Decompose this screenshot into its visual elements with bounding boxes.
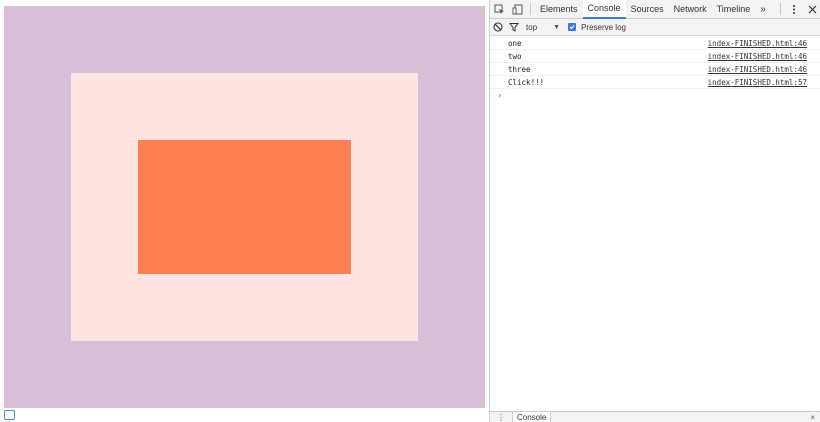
- console-source-link[interactable]: index-FINISHED.html:46: [708, 39, 807, 48]
- clear-console-icon[interactable]: [490, 19, 506, 36]
- tab-sources[interactable]: Sources: [626, 0, 669, 19]
- tab-elements[interactable]: Elements: [535, 0, 583, 19]
- tab-separator: [530, 3, 531, 15]
- tab-separator: [780, 3, 781, 15]
- filter-icon[interactable]: [506, 19, 522, 36]
- console-row: two index-FINISHED.html:46: [490, 50, 820, 63]
- console-source-link[interactable]: index-FINISHED.html:46: [708, 52, 807, 61]
- middle-box[interactable]: [71, 73, 418, 341]
- devtools-tabbar: Elements Console Sources Network Timelin…: [490, 0, 820, 19]
- console-message: two: [508, 51, 522, 61]
- preserve-log-label[interactable]: Preserve log: [581, 23, 626, 32]
- checkbox-icon: [569, 25, 575, 30]
- tab-console[interactable]: Console: [582, 0, 626, 19]
- screen: Elements Console Sources Network Timelin…: [0, 0, 820, 422]
- close-icon[interactable]: [803, 0, 820, 19]
- kebab-menu-icon[interactable]: [785, 0, 803, 19]
- device-toggle-icon[interactable]: [508, 0, 526, 19]
- drawer-menu-icon[interactable]: ⋮: [490, 413, 512, 422]
- tab-network[interactable]: Network: [669, 0, 712, 19]
- page-viewport: [0, 0, 489, 422]
- inner-box[interactable]: [138, 140, 351, 274]
- console-toolbar: top ▼ Preserve log: [490, 19, 820, 36]
- console-message: three: [508, 64, 531, 74]
- preserve-log-checkbox[interactable]: [568, 23, 577, 31]
- inspect-icon[interactable]: [490, 0, 508, 19]
- drawer-tab-console[interactable]: Console: [512, 411, 552, 422]
- console-row: Click!!! index-FINISHED.html:57: [490, 76, 820, 89]
- context-selector[interactable]: top: [526, 23, 537, 32]
- tab-timeline[interactable]: Timeline: [712, 0, 756, 19]
- more-tabs-button[interactable]: »: [755, 0, 771, 19]
- dropdown-arrow-icon[interactable]: ▼: [553, 24, 560, 31]
- console-source-link[interactable]: index-FINISHED.html:46: [708, 65, 807, 74]
- prompt-chevron-icon: ›: [497, 90, 503, 101]
- page-checkbox[interactable]: [4, 410, 15, 420]
- console-prompt[interactable]: ›: [490, 89, 820, 102]
- console-row: three index-FINISHED.html:46: [490, 63, 820, 76]
- console-row: one index-FINISHED.html:46: [490, 37, 820, 50]
- console-message: one: [508, 38, 522, 48]
- console-drawer: ⋮ Console ×: [490, 411, 820, 422]
- outer-box[interactable]: [4, 6, 485, 408]
- drawer-close-icon[interactable]: ×: [810, 413, 815, 422]
- console-source-link[interactable]: index-FINISHED.html:57: [708, 78, 807, 87]
- devtools-panel: Elements Console Sources Network Timelin…: [489, 0, 820, 422]
- console-message: Click!!!: [508, 77, 545, 87]
- console-output: one index-FINISHED.html:46 two index-FIN…: [490, 37, 820, 411]
